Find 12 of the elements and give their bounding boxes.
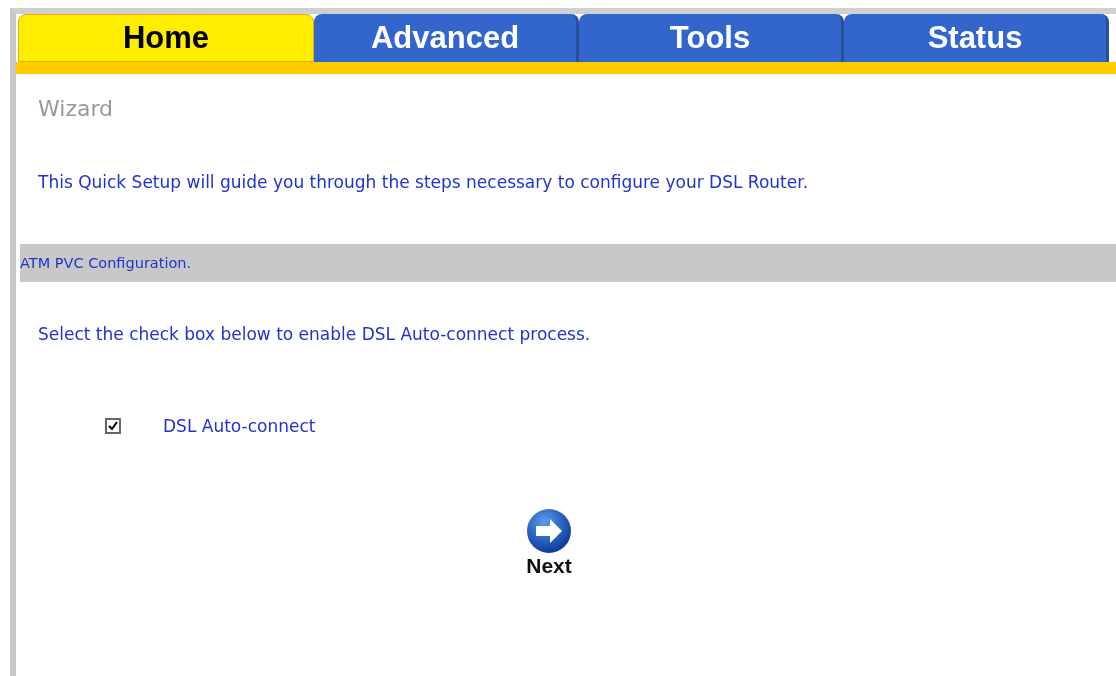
arrow-circle-icon [526,508,572,554]
nav-tab[interactable]: Tools [579,14,844,62]
page-title: Wizard [38,96,115,123]
section-header: ATM PVC Configuration. [20,255,192,271]
nav-tab[interactable]: Advanced [314,14,579,62]
next-button[interactable]: Next [526,508,572,578]
nav-tab[interactable]: Home [18,14,314,62]
intro-text: This Quick Setup will guide you through the steps necessary to configure your DSL Router. [38,172,810,192]
nav-tab[interactable]: Status [844,14,1109,62]
instruction-text: Select the check box below to enable DSL Auto-connect process. [38,324,592,344]
checkbox[interactable] [105,418,121,434]
checkbox-label: DSL Auto-connect [163,416,316,436]
